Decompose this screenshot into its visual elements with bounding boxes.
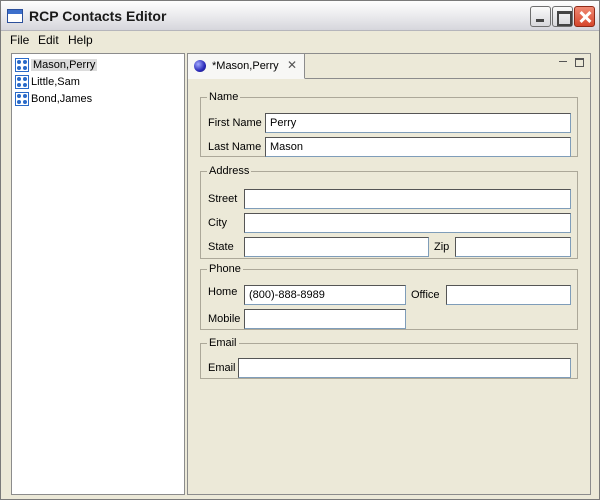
contacts-list[interactable]: Mason,Perry Little,Sam Bond,James — [11, 53, 185, 495]
last-name-field[interactable] — [265, 137, 571, 157]
state-field[interactable] — [244, 237, 429, 257]
zip-field[interactable] — [455, 237, 571, 257]
address-group: Address Street City State Zip — [200, 165, 578, 259]
minimize-view-icon[interactable] — [559, 59, 567, 62]
menu-edit[interactable]: Edit — [38, 33, 59, 47]
app-window: RCP Contacts Editor File Edit Help Mason… — [0, 0, 600, 500]
address-group-label: Address — [209, 165, 250, 177]
maximize-button[interactable] — [552, 6, 573, 27]
city-label: City — [208, 217, 227, 229]
menu-file[interactable]: File — [10, 33, 29, 47]
phone-group-label: Phone — [209, 263, 241, 275]
close-button[interactable] — [574, 6, 595, 27]
email-field[interactable] — [238, 358, 571, 378]
street-label: Street — [208, 193, 238, 205]
list-item[interactable]: Mason,Perry — [14, 57, 98, 73]
first-name-field[interactable] — [265, 113, 571, 133]
editor-tab-bar: *Mason,Perry ✕ — [188, 54, 590, 79]
list-item[interactable]: Bond,James — [14, 91, 92, 107]
mobile-phone-label: Mobile — [208, 313, 241, 325]
contact-icon — [15, 58, 29, 72]
state-label: State — [208, 241, 234, 253]
minimize-button[interactable] — [530, 6, 551, 27]
name-group: Name First Name Last Name — [200, 91, 578, 157]
email-group: Email Email — [200, 337, 578, 379]
list-item-label: Little,Sam — [31, 76, 80, 88]
window-icon — [7, 9, 23, 23]
office-phone-field[interactable] — [446, 285, 571, 305]
window-title: RCP Contacts Editor — [29, 8, 167, 24]
close-icon[interactable]: ✕ — [287, 59, 298, 71]
name-group-label: Name — [209, 91, 239, 103]
home-phone-label: Home — [208, 286, 238, 298]
street-field[interactable] — [244, 189, 571, 209]
last-name-label: Last Name — [208, 141, 262, 153]
zip-label: Zip — [434, 241, 450, 253]
contact-icon — [15, 92, 29, 106]
home-phone-field[interactable] — [244, 285, 406, 305]
list-item-label: Bond,James — [31, 93, 93, 105]
list-item-label: Mason,Perry — [31, 59, 98, 71]
city-field[interactable] — [244, 213, 571, 233]
phone-group: Phone Home Office Mobile — [200, 263, 578, 330]
office-phone-label: Office — [411, 289, 440, 301]
email-group-label: Email — [209, 337, 237, 349]
contact-icon — [15, 75, 29, 89]
title-bar[interactable]: RCP Contacts Editor — [1, 1, 599, 31]
tab-label: *Mason,Perry — [212, 60, 279, 72]
email-label: Email — [208, 362, 236, 374]
list-item[interactable]: Little,Sam — [14, 74, 80, 90]
mobile-phone-field[interactable] — [244, 309, 406, 329]
first-name-label: First Name — [208, 117, 262, 129]
menu-help[interactable]: Help — [68, 33, 93, 47]
maximize-view-icon[interactable] — [575, 58, 584, 67]
tab-contact[interactable]: *Mason,Perry ✕ — [188, 54, 305, 79]
contact-editor: *Mason,Perry ✕ Name First Name Last Name… — [187, 53, 591, 495]
menu-bar: File Edit Help — [1, 31, 599, 50]
contact-editor-icon — [194, 60, 206, 72]
